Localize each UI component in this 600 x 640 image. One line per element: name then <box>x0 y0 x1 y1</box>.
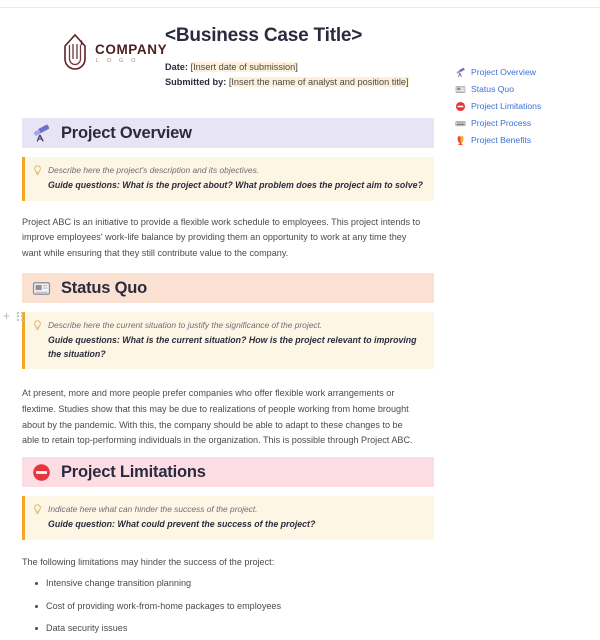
company-logo: COMPANY L O G O <box>62 32 167 72</box>
meta-submitted-by: Submitted by: [Insert the name of analys… <box>165 75 440 90</box>
limitations-list: Intensive change transition planning Cos… <box>22 572 434 640</box>
section-project-limitations: Project Limitations Indicate here what c… <box>22 457 434 640</box>
section-project-overview: Project Overview Describe here the proje… <box>22 118 434 271</box>
limitations-lead: The following limitations may hinder the… <box>22 556 275 567</box>
toc-item-project-benefits[interactable]: Project Benefits <box>455 132 595 149</box>
block-gutter-controls: + <box>3 310 23 322</box>
toc-item-project-limitations[interactable]: Project Limitations <box>455 98 595 115</box>
meta-date: Date: [Insert date of submission] <box>165 60 440 75</box>
section-header: Project Overview <box>22 118 434 148</box>
section-header: Project Limitations <box>22 457 434 487</box>
toc-label: Project Limitations <box>471 101 542 112</box>
telescope-icon <box>455 67 466 78</box>
lightbulb-icon <box>32 319 42 361</box>
toc-label: Project Process <box>471 118 532 129</box>
section-title: Project Limitations <box>61 462 206 481</box>
no-entry-icon <box>32 463 51 482</box>
company-building-logo-icon <box>62 32 88 72</box>
drag-handle-icon[interactable] <box>17 311 23 321</box>
meta-submitted-by-label: Submitted by: <box>165 77 227 88</box>
keyboard-icon <box>455 118 466 129</box>
document-header: COMPANY L O G O <Business Case Title> Da… <box>0 16 445 102</box>
toc-item-project-process[interactable]: Project Process <box>455 115 595 132</box>
section-callout: Describe here the current situation to j… <box>22 312 434 370</box>
meta-date-value[interactable]: [Insert date of submission] <box>190 61 298 72</box>
section-body[interactable]: Project ABC is an initiative to provide … <box>22 215 422 262</box>
toc-item-project-overview[interactable]: Project Overview <box>455 64 595 81</box>
title-block: <Business Case Title> Date: [Insert date… <box>165 25 440 90</box>
callout-guide: Guide questions: What is the current sit… <box>48 335 417 359</box>
toc-item-status-quo[interactable]: Status Quo <box>455 81 595 98</box>
newspaper-icon <box>455 84 466 95</box>
callout-hint: Describe here the current situation to j… <box>48 320 323 330</box>
toc-label: Status Quo <box>471 84 514 95</box>
lightbulb-icon <box>32 503 42 532</box>
callout-guide: Guide questions: What is the project abo… <box>48 180 423 191</box>
meta-date-label: Date: <box>165 61 188 72</box>
page-title: <Business Case Title> <box>165 25 363 46</box>
telescope-icon <box>32 124 51 143</box>
toc-label: Project Overview <box>471 67 536 78</box>
newspaper-icon <box>32 279 51 298</box>
callout-hint: Indicate here what can hinder the succes… <box>48 504 258 514</box>
section-title: Project Overview <box>61 123 192 142</box>
lightbulb-icon <box>32 164 42 193</box>
document-page: COMPANY L O G O <Business Case Title> Da… <box>0 8 600 634</box>
add-block-button[interactable]: + <box>3 310 10 322</box>
section-callout: Describe here the project's description … <box>22 157 434 201</box>
logo-company-name: COMPANY <box>95 41 168 57</box>
logo-subtitle: L O G O <box>96 58 139 64</box>
meta-submitted-by-value[interactable]: [Insert the name of analyst and position… <box>228 77 409 88</box>
section-status-quo: Status Quo Describe here the current sit… <box>22 273 434 458</box>
callout-guide: Guide question: What could prevent the s… <box>48 519 316 530</box>
list-item[interactable]: Data security issues <box>35 617 434 640</box>
list-item[interactable]: Intensive change transition planning <box>35 572 434 595</box>
section-header: Status Quo <box>22 273 434 303</box>
table-of-contents: Project Overview Status Quo Project Limi… <box>455 64 595 149</box>
no-entry-icon <box>455 101 466 112</box>
trophy-icon <box>455 135 466 146</box>
section-body[interactable]: At present, more and more people prefer … <box>22 386 422 449</box>
toc-label: Project Benefits <box>471 135 532 146</box>
section-callout: Indicate here what can hinder the succes… <box>22 496 434 540</box>
callout-hint: Describe here the project's description … <box>48 165 260 175</box>
list-item[interactable]: Cost of providing work-from-home package… <box>35 595 434 618</box>
section-title: Status Quo <box>61 278 148 297</box>
